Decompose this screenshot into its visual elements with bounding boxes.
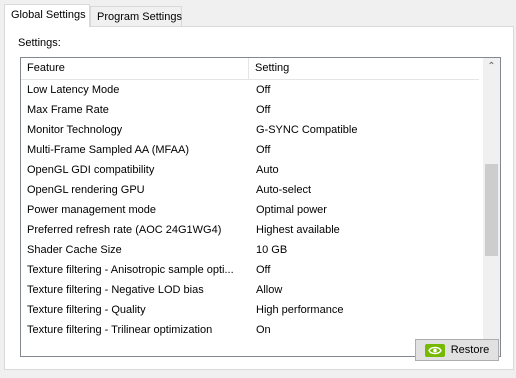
setting-value: Allow [256,284,283,296]
list-row[interactable]: Preferred refresh rate (AOC 24G1WG4) Hig… [21,220,479,240]
setting-value: Off [256,104,271,116]
scroll-up-arrow-icon[interactable]: ⌃ [483,58,500,75]
settings-list[interactable]: Feature Setting Low Latency Mode Off Max… [20,57,501,357]
list-row[interactable]: Monitor Technology G-SYNC Compatible [21,120,479,140]
setting-value: Off [256,264,271,276]
setting-value: High performance [256,304,344,316]
setting-value: G-SYNC Compatible [256,124,358,136]
setting-value: Off [256,84,271,96]
list-row[interactable]: Low Latency Mode Off [21,80,479,100]
setting-value: On [256,324,271,336]
feature-name: OpenGL GDI compatibility [27,164,155,176]
feature-name: Texture filtering - Negative LOD bias [27,284,204,296]
settings-label: Settings: [18,37,61,49]
feature-name: Max Frame Rate [27,104,109,116]
list-row[interactable]: OpenGL rendering GPU Auto-select [21,180,479,200]
list-header: Feature Setting [21,58,479,80]
tab-global-settings[interactable]: Global Settings [4,4,90,27]
setting-value: Off [256,144,271,156]
feature-name: Preferred refresh rate (AOC 24G1WG4) [27,224,222,236]
list-row[interactable]: Power management mode Optimal power [21,200,479,220]
feature-name: Monitor Technology [27,124,123,136]
setting-value: 10 GB [256,244,288,256]
list-row[interactable]: Texture filtering - Quality High perform… [21,300,479,320]
feature-name: Power management mode [27,204,157,216]
feature-name: Multi-Frame Sampled AA (MFAA) [27,144,189,156]
restore-button[interactable]: Restore [415,339,499,361]
feature-name: Shader Cache Size [27,244,122,256]
feature-name: Texture filtering - Trilinear optimizati… [27,324,213,336]
scrollbar-thumb[interactable] [485,164,498,256]
feature-name: Low Latency Mode [27,84,120,96]
list-row[interactable]: OpenGL GDI compatibility Auto [21,160,479,180]
nvidia-logo-icon [424,343,445,357]
column-header-setting[interactable]: Setting [249,58,479,79]
vertical-scrollbar[interactable]: ⌃ ⌄ [483,58,500,356]
tab-program-settings[interactable]: Program Settings [90,6,182,26]
global-settings-panel: Settings: Feature Setting Low Latency Mo… [4,26,514,370]
setting-value: Auto [256,164,279,176]
list-row[interactable]: Shader Cache Size 10 GB [21,240,479,260]
restore-label: Restore [450,344,490,356]
feature-name: OpenGL rendering GPU [27,184,145,196]
setting-value: Highest available [256,224,340,236]
setting-value: Auto-select [256,184,312,196]
column-header-feature[interactable]: Feature [21,58,249,79]
list-row[interactable]: Texture filtering - Negative LOD bias Al… [21,280,479,300]
list-row[interactable]: Multi-Frame Sampled AA (MFAA) Off [21,140,479,160]
list-row[interactable]: Texture filtering - Anisotropic sample o… [21,260,479,280]
list-rows: Low Latency Mode Off Max Frame Rate Off … [21,80,479,340]
feature-name: Texture filtering - Quality [27,304,146,316]
feature-name: Texture filtering - Anisotropic sample o… [27,264,234,276]
list-row[interactable]: Texture filtering - Trilinear optimizati… [21,320,479,340]
setting-value: Optimal power [256,204,327,216]
list-row[interactable]: Max Frame Rate Off [21,100,479,120]
